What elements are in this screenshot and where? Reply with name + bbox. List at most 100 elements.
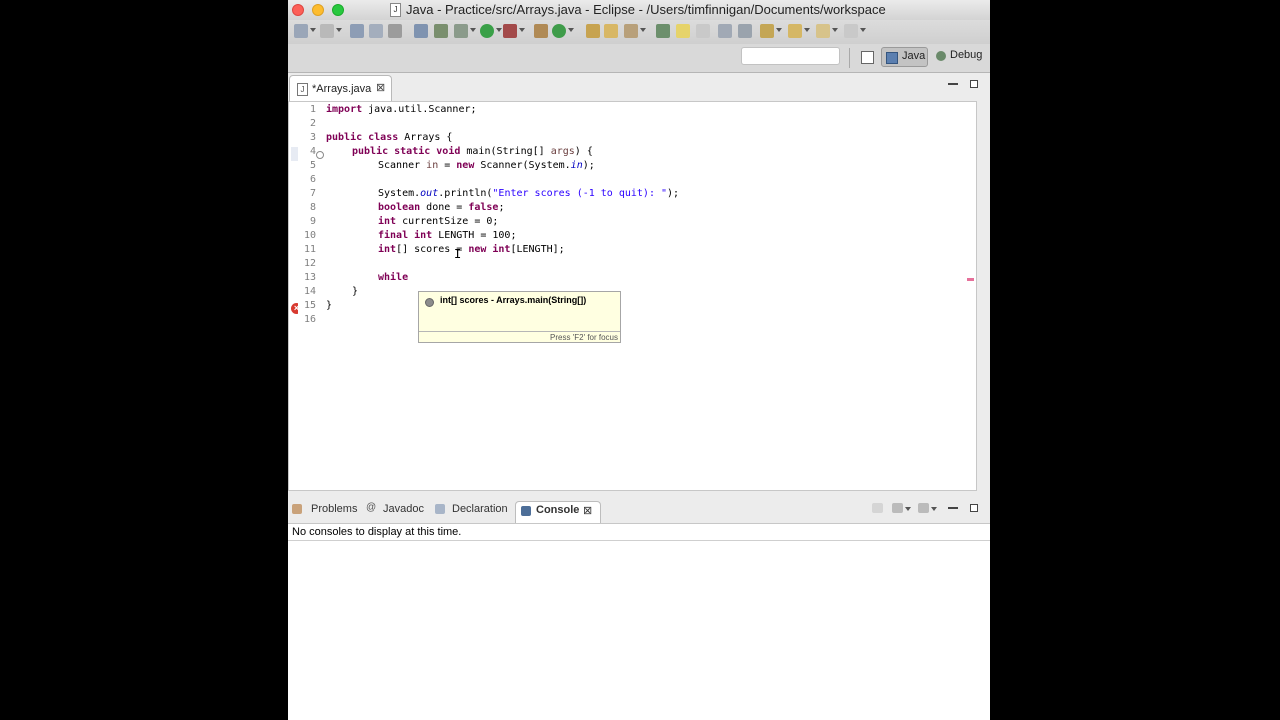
close-tab-icon[interactable]: ⊠ [376, 81, 385, 94]
error-marker[interactable] [967, 278, 974, 281]
line-number: 8 [309, 202, 316, 213]
minimize-panel-icon[interactable] [948, 507, 958, 509]
block-selection-icon[interactable] [718, 24, 732, 38]
main-toolbar [288, 20, 990, 44]
open-perspective-icon[interactable] [861, 51, 874, 64]
console-icon [521, 506, 531, 516]
back-dropdown-icon[interactable] [832, 28, 838, 32]
java-file-icon: J [297, 83, 308, 96]
display-console-icon[interactable] [892, 503, 903, 513]
console-view[interactable]: No consoles to display at this time. [288, 523, 990, 720]
run-icon[interactable] [480, 24, 494, 38]
forward-icon[interactable] [844, 24, 858, 38]
code-line-10: final int LENGTH = 100; [378, 230, 517, 241]
next-edit-dropdown-icon[interactable] [776, 28, 782, 32]
save-icon[interactable] [350, 24, 364, 38]
text-cursor-icon: I [454, 247, 462, 261]
new-class-dropdown-icon[interactable] [568, 28, 574, 32]
code-editor[interactable]: × 1 2 3 4 5 6 7 8 9 10 11 12 13 14 15 16… [288, 101, 977, 491]
code-line-14: } [352, 286, 359, 297]
new-project-dropdown-icon[interactable] [336, 28, 342, 32]
next-annotation-icon[interactable] [656, 24, 670, 38]
new-java-class-icon[interactable] [552, 24, 566, 38]
new-icon[interactable] [294, 24, 308, 38]
line-number: 4 [309, 146, 316, 157]
maximize-editor-icon[interactable] [970, 80, 978, 88]
debug-perspective-button[interactable]: Debug [933, 47, 988, 67]
tab-console-label: Console [536, 504, 580, 516]
new-project-icon[interactable] [320, 24, 334, 38]
save-all-icon[interactable] [369, 24, 383, 38]
previous-edit-icon[interactable] [788, 24, 802, 38]
local-variable-icon [425, 298, 434, 307]
zoom-window-button[interactable] [332, 4, 344, 16]
hover-tooltip[interactable]: int[] scores - Arrays.main(String[]) Pre… [418, 291, 621, 343]
eclipse-window: J Java - Practice/src/Arrays.java - Ecli… [288, 0, 990, 720]
maximize-panel-icon[interactable] [970, 504, 978, 512]
code-line-15: } [326, 300, 333, 311]
annotation-ruler: × [289, 102, 302, 490]
tooltip-divider [419, 331, 620, 332]
minimize-editor-icon[interactable] [948, 83, 958, 85]
minimize-window-button[interactable] [312, 4, 324, 16]
pin-console-icon[interactable] [872, 503, 883, 513]
new-dropdown-icon[interactable] [310, 28, 316, 32]
quick-access-input[interactable] [741, 47, 840, 65]
tooltip-text: int[] scores - Arrays.main(String[]) [440, 295, 587, 305]
tab-arrays-java[interactable]: J *Arrays.java ⊠ [289, 75, 392, 101]
tooltip-focus-hint: Press 'F2' for focus [550, 333, 618, 342]
close-window-button[interactable] [292, 4, 304, 16]
open-type-icon[interactable] [586, 24, 600, 38]
code-line-13: while [378, 272, 409, 283]
tab-declaration[interactable]: Declaration [435, 501, 515, 523]
open-console-dropdown-icon[interactable] [931, 507, 937, 511]
code-line-5: Scanner in = new Scanner(System.in); [378, 160, 595, 171]
tab-problems[interactable]: Problems [292, 501, 364, 523]
mark-occurrences-icon[interactable] [676, 24, 690, 38]
search-icon[interactable] [624, 24, 638, 38]
next-edit-icon[interactable] [760, 24, 774, 38]
overview-ruler[interactable] [964, 102, 976, 490]
search-dropdown-icon[interactable] [640, 28, 646, 32]
fold-collapse-icon[interactable] [316, 151, 324, 159]
line-number: 6 [309, 174, 316, 185]
back-icon[interactable] [816, 24, 830, 38]
java-perspective-button[interactable]: Java [881, 47, 928, 67]
toggle-breakpoint-icon[interactable] [414, 24, 428, 38]
bottom-panel: Problems @ Javadoc Declaration Console ⊠ [288, 496, 990, 720]
open-task-icon[interactable] [604, 24, 618, 38]
line-number: 13 [303, 272, 316, 283]
print-icon[interactable] [388, 24, 402, 38]
editor-tab-bar: J *Arrays.java ⊠ [288, 73, 990, 101]
title-bar: J Java - Practice/src/Arrays.java - Ecli… [288, 0, 990, 20]
line-number: 1 [309, 104, 316, 115]
debug-icon[interactable] [454, 24, 468, 38]
console-empty-message: No consoles to display at this time. [292, 526, 462, 538]
line-number: 9 [309, 216, 316, 227]
previous-edit-dropdown-icon[interactable] [804, 28, 810, 32]
ruler-highlight [291, 147, 298, 161]
new-java-package-icon[interactable] [534, 24, 548, 38]
skip-breakpoints-icon[interactable] [434, 24, 448, 38]
forward-dropdown-icon[interactable] [860, 28, 866, 32]
tab-declaration-label: Declaration [452, 503, 508, 515]
close-console-icon[interactable]: ⊠ [583, 504, 592, 517]
external-tools-dropdown-icon[interactable] [519, 28, 525, 32]
tab-javadoc[interactable]: @ Javadoc [366, 501, 432, 523]
show-whitespace-icon[interactable] [738, 24, 752, 38]
java-perspective-label: Java [902, 50, 926, 62]
line-number: 10 [303, 230, 316, 241]
display-console-dropdown-icon[interactable] [905, 507, 911, 511]
external-tools-icon[interactable] [503, 24, 517, 38]
document-icon: J [390, 3, 401, 17]
line-number: 3 [309, 132, 316, 143]
code-line-7: System.out.println("Enter scores (-1 to … [378, 188, 680, 199]
tab-console[interactable]: Console ⊠ [515, 501, 601, 523]
debug-dropdown-icon[interactable] [470, 28, 476, 32]
open-console-icon[interactable] [918, 503, 929, 513]
at-icon: @ [366, 502, 377, 513]
word-wrap-icon[interactable] [696, 24, 710, 38]
run-dropdown-icon[interactable] [496, 28, 502, 32]
code-line-4: public static void main(String[] args) { [352, 146, 593, 157]
line-number: 7 [309, 188, 316, 199]
